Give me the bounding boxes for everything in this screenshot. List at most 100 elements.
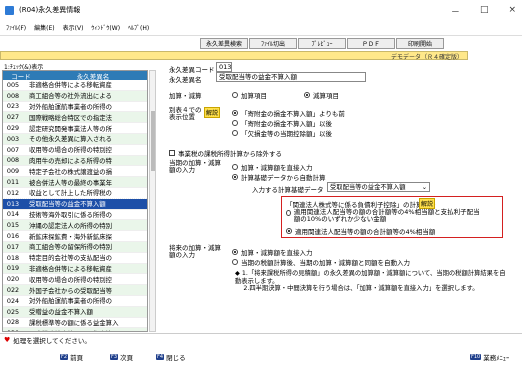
row-code: 014 — [6, 210, 20, 219]
radio-calc-direct[interactable]: 加算・減算額を直接入力 — [232, 162, 313, 172]
list-row[interactable]: 017 商工組合等の留保所得の特別 — [3, 241, 147, 253]
name-label: 永久差異名 — [169, 76, 202, 84]
list-header: コード 永久差異名 — [3, 71, 147, 81]
window-title: (R04)永久差異情報 — [19, 6, 81, 14]
list-row[interactable]: 020 収用等の場合の所得の特別控 — [3, 274, 147, 286]
radio-method-lesser[interactable]: 適用関連法人配当等の額の合計額等の4%相当額と支払利子配当額の10%のいずれか少… — [286, 209, 486, 223]
list-row[interactable]: 003 その他永久差異に算入される — [3, 133, 147, 145]
menu-edit[interactable]: 編集(E) — [34, 23, 54, 32]
row-name: 被合併法人等の最終の事業年 — [29, 178, 113, 187]
row-name: 商工組合等の留保所得の特別 — [29, 243, 113, 252]
code-field[interactable]: 013 — [216, 62, 232, 72]
row-code: 015 — [6, 221, 20, 230]
radio-display-before[interactable]: 「寄附金の損金不算入額」よりも前 — [232, 108, 345, 118]
row-code: 016 — [6, 232, 20, 241]
exclude-checkbox[interactable]: 事業税の課税所得計算から除外する — [169, 148, 282, 158]
menu-help[interactable]: ﾍﾙﾌﾟ(H) — [128, 23, 149, 32]
f10-key-label: F10 — [470, 353, 482, 360]
row-code: 029 — [6, 124, 20, 133]
radio-display-loss-label: 「欠損金等の当期控除額」以後 — [241, 130, 332, 138]
list-row[interactable]: 013 受取配当等の益金不算入額 — [3, 197, 147, 211]
radio-method-four-percent-label: 適用関連法人配当等の額の合計額等の4%相当額 — [295, 228, 436, 236]
list-row[interactable]: 009 特定子会社の株式譲渡益の損 — [3, 166, 147, 178]
export-button[interactable]: ﾌｧｲﾙ切出 — [249, 38, 297, 49]
row-name: 収益として計上した所得税の — [29, 189, 112, 198]
row-name: 認定研究開発事業法人等の所 — [29, 124, 113, 133]
preview-button[interactable]: ﾌﾟﾚﾋﾞｭｰ — [298, 38, 346, 49]
radio-display-after[interactable]: 「寄附金の損金不算入額」以後 — [232, 118, 332, 128]
radio-future-auto[interactable]: 当期の税額計算後、当期の加算・減算額と同額を自動入力 — [232, 257, 410, 267]
menu-window[interactable]: ｳｨﾝﾄﾞｳ(W) — [91, 23, 120, 32]
next-page-button[interactable]: F3 次頁 — [110, 352, 133, 362]
row-code: 027 — [6, 113, 20, 122]
row-code: 025 — [6, 307, 20, 316]
prev-page-button[interactable]: F2 前頁 — [60, 352, 83, 362]
list-row[interactable]: 018 特定目的会社等の支払配当の — [3, 253, 147, 264]
pdf-button[interactable]: ＰＤＦ — [347, 38, 395, 49]
radio-display-before-dot — [232, 110, 238, 116]
row-name: 技術等海外取引に係る所得の — [29, 210, 113, 219]
radio-future-direct-label: 加算・減算額を直接入力 — [241, 249, 313, 257]
row-code: 030 — [3, 329, 23, 331]
row-code: 009 — [6, 167, 20, 176]
maximize-button[interactable]: □ — [480, 5, 489, 18]
list-row[interactable]: 025 受贈益の益金不算入額 — [3, 306, 147, 318]
list-row[interactable]: 022 外国子会社からの受取配当等 — [3, 285, 147, 296]
minimize-button[interactable]: － — [451, 5, 460, 18]
row-code: 012 — [6, 188, 20, 197]
app-window: (R04)永久差異情報 － □ × ﾌｧｲﾙ(F) 編集(E) 表示(V) ｳｨ… — [0, 0, 522, 374]
list-row[interactable]: 005 非適格合併等による移転資産 — [3, 80, 147, 91]
name-column-header: 永久差異名 — [76, 73, 110, 81]
addsub-label: 加算・減算 — [169, 92, 202, 100]
list-scrollbar[interactable] — [149, 70, 156, 332]
input-data-select[interactable]: 受取配当等の益金不算入額 ⌄ — [327, 182, 430, 192]
row-code: 013 — [6, 199, 20, 208]
close-button[interactable]: × — [508, 5, 516, 18]
radio-method-four-percent[interactable]: 適用関連法人配当等の額の合計額等の4%相当額 — [286, 226, 435, 236]
row-code: 019 — [6, 264, 20, 273]
list-row[interactable]: 007 収用等の場合の所得の特別控 — [3, 145, 147, 156]
radio-subtract[interactable]: 減算項目 — [304, 90, 339, 100]
list-row[interactable]: 028 課税標準等の額に係る益金算入 — [3, 318, 147, 329]
calc-method-box: 「関連法人株式等に係る負債利子控除」の計算方法 解説 適用関連法人配当等の額の合… — [281, 196, 503, 238]
radio-method-lesser-label: 適用関連法人配当等の額の合計額等の4%相当額と支払利子配当額の10%のいずれか少… — [293, 208, 480, 223]
list-row[interactable]: 029 認定研究開発事業法人等の所 — [3, 123, 147, 134]
list-row[interactable]: 027 国際戦略総合特区での指定法 — [3, 112, 147, 124]
search-button[interactable]: 永久差異検索 — [200, 38, 248, 49]
list-row[interactable]: 030 国際戦略総合特区での指定法 — [3, 328, 147, 331]
menu-view[interactable]: 表示(V) — [63, 23, 84, 32]
list-row[interactable]: 012 収益として計上した所得税の — [3, 188, 147, 199]
list-row[interactable]: 008 肉用牛の売却による所得の特 — [3, 155, 147, 167]
toolbar: 永久差異検索 ﾌｧｲﾙ切出 ﾌﾟﾚﾋﾞｭｰ ＰＤＦ 印刷開始 — [200, 38, 444, 49]
row-code: 007 — [6, 145, 20, 154]
list-row[interactable]: 024 対外船舶運航事業者の所得の — [3, 296, 147, 307]
scrollbar-thumb[interactable] — [151, 111, 155, 171]
list-row[interactable]: 023 対外船舶運航事業者の所得の — [3, 102, 147, 113]
menu-key-button[interactable]: F10 業務ﾒﾆｭｰ — [470, 352, 509, 362]
row-name: 非適格合併等による移転資産 — [29, 81, 112, 90]
status-bar: ♥ 処理を選択してください。 — [0, 333, 522, 345]
list-row[interactable]: 019 非適格合併等による移転資産 — [3, 263, 147, 275]
radio-calc-auto-label: 計算基礎データから自動計算 — [241, 174, 326, 182]
list-row[interactable]: 014 技術等海外取引に係る所得の — [3, 210, 147, 221]
menu-file[interactable]: ﾌｧｲﾙ(F) — [6, 23, 26, 32]
radio-display-loss[interactable]: 「欠損金等の当期控除額」以後 — [232, 128, 332, 138]
menu-bar: ﾌｧｲﾙ(F) 編集(E) 表示(V) ｳｨﾝﾄﾞｳ(W) ﾍﾙﾌﾟ(H) — [0, 20, 522, 36]
radio-future-direct[interactable]: 加算・減算額を直接入力 — [232, 247, 313, 257]
list-row[interactable]: 011 被合併法人等の最終の事業年 — [3, 177, 147, 188]
print-button[interactable]: 印刷開始 — [396, 38, 444, 49]
display-help-badge[interactable]: 解説 — [204, 107, 221, 118]
name-field[interactable]: 受取配当等の益金不算入額 — [216, 72, 366, 82]
radio-calc-direct-label: 加算・減算額を直接入力 — [241, 164, 313, 172]
row-code: 005 — [6, 80, 20, 89]
list-row[interactable]: 008 商工組合等の社外流出による — [3, 90, 147, 102]
close-key-button[interactable]: F4 閉じる — [156, 352, 186, 362]
radio-method-lesser-dot — [286, 210, 291, 216]
row-name: 受贈益の益金不算入額 — [29, 308, 93, 317]
radio-calc-auto[interactable]: 計算基礎データから自動計算 — [232, 172, 326, 182]
list-row[interactable]: 016 新鉱床探鉱費・海外新鉱床探 — [3, 231, 147, 242]
row-name: 沖縄の認定法人の所得の特別 — [29, 221, 113, 230]
radio-add[interactable]: 加算項目 — [232, 90, 267, 100]
list-row[interactable]: 015 沖縄の認定法人の所得の特別 — [3, 220, 147, 232]
radio-subtract-label: 減算項目 — [313, 92, 339, 100]
